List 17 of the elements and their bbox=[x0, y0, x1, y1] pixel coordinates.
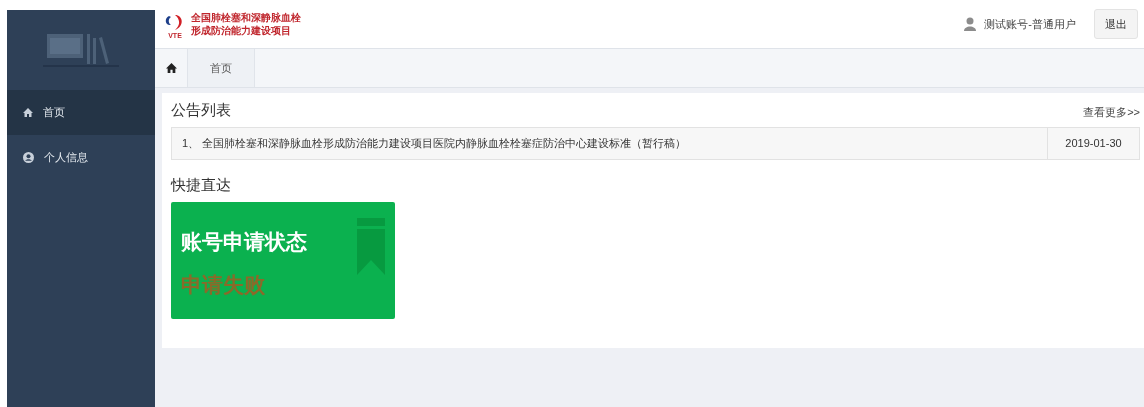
section-title: 公告列表 bbox=[171, 100, 231, 120]
project-title: 形成防治能力建设项目 bbox=[191, 24, 292, 37]
tab[interactable]: 首页 bbox=[187, 49, 255, 87]
table-cell: 2019-01-30 bbox=[1047, 127, 1139, 159]
notice-link[interactable]: 1、 全国肺栓塞和深静脉血栓形成防治能力建设项目医院内静脉血栓栓塞症防治中心建设标准（暂行稿） bbox=[172, 134, 1047, 152]
card-title: 账号申请状态 bbox=[181, 229, 307, 255]
project-title: 全国肺栓塞和深静脉血栓 bbox=[191, 11, 301, 24]
home-icon bbox=[23, 108, 33, 117]
user-icon bbox=[964, 17, 977, 31]
user-circle-icon bbox=[23, 152, 34, 163]
section-title: 快捷直达 bbox=[171, 174, 232, 195]
status-text: 申请失败 bbox=[181, 271, 265, 298]
user-name: 测试账号-普通用户 bbox=[984, 16, 1076, 32]
sidebar-item[interactable]: 首页 bbox=[7, 90, 155, 135]
logout-button[interactable]: 退出 bbox=[1094, 9, 1138, 39]
more-link[interactable]: 查看更多>> bbox=[1083, 104, 1140, 121]
home-icon[interactable] bbox=[165, 63, 177, 73]
